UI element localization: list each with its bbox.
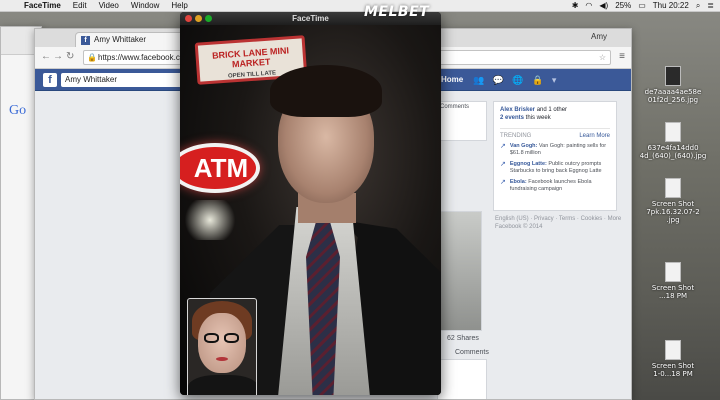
melbet-watermark: MELBET	[364, 4, 430, 20]
file-label: 1-0...18 PM	[653, 370, 693, 378]
file-label: 4d_(640)_(640).jpg	[639, 152, 707, 160]
remote-video-feed: BRICK LANE MINI MARKET OPEN TILL LATE AT…	[180, 25, 441, 395]
url-text: https://www.facebook.c	[98, 53, 180, 62]
window-fullscreen-icon[interactable]	[205, 15, 212, 22]
google-logo: Go	[9, 103, 27, 118]
desktop-file-5[interactable]: Screen Shot 1-0...18 PM	[632, 340, 714, 378]
events-count[interactable]: 2 events	[500, 115, 524, 121]
menu-bar-status: ✱ ◠ ◀) 25% ▭ Thu 20:22 ⌕ ≣	[572, 0, 714, 12]
file-label: Screen Shot	[651, 200, 695, 208]
reload-icon[interactable]: ↻	[66, 51, 74, 62]
window-minimize-icon[interactable]	[195, 15, 202, 22]
tab-title: Amy Whittaker	[94, 35, 147, 44]
menu-edit[interactable]: Edit	[67, 0, 93, 12]
facebook-logo-icon[interactable]: f	[43, 73, 57, 87]
facetime-window[interactable]: FaceTime BRICK LANE MINI MARKET OPEN TIL…	[180, 12, 441, 395]
glasses-lens	[224, 333, 239, 343]
atm-sign: ATM	[180, 143, 260, 193]
glasses-lens	[204, 333, 219, 343]
facebook-favicon-icon: f	[81, 36, 90, 45]
self-view-face	[198, 313, 246, 373]
trending-item[interactable]: ↗ Eggnog Latte: Public outcry prompts St…	[500, 161, 610, 175]
atm-sign-text: ATM	[193, 153, 249, 183]
trending-item[interactable]: ↗ Van Gogh: Van Gogh: painting sells for…	[500, 143, 610, 157]
shop-sign-line1: BRICK LANE MINI MARKET	[211, 45, 290, 70]
desktop-file-4[interactable]: Screen Shot ...18 PM	[632, 262, 714, 300]
events-rest: this week	[524, 115, 551, 121]
learn-more-link[interactable]: Learn More	[579, 133, 610, 139]
desktop-file-2[interactable]: 637e4fa14dd0 4d_(640)_(640).jpg	[632, 122, 714, 160]
file-label: Screen Shot	[651, 362, 695, 370]
trending-topic[interactable]: Van Gogh:	[510, 143, 538, 149]
footer-links[interactable]: English (US) · Privacy · Terms · Cookies…	[495, 215, 625, 223]
volume-icon[interactable]: ◀)	[599, 0, 608, 12]
facebook-footer: English (US) · Privacy · Terms · Cookies…	[495, 215, 625, 231]
trending-item[interactable]: ↗ Ebola: Facebook launches Ebola fundrai…	[500, 179, 610, 193]
friend-activity[interactable]: Alex Brisker and 1 other	[500, 106, 610, 114]
footer-copyright: Facebook © 2014	[495, 224, 543, 230]
lock-icon: 🔒	[87, 53, 97, 62]
wifi-icon[interactable]: ◠	[585, 0, 592, 12]
menu-help[interactable]: Help	[165, 0, 193, 12]
file-label: ...18 PM	[658, 292, 688, 300]
forward-arrow-icon[interactable]: →	[53, 51, 63, 62]
browser-profile-name[interactable]: Amy	[591, 32, 607, 41]
friend-name[interactable]: Alex Brisker	[500, 107, 535, 113]
feed-comments-link[interactable]: Comments	[455, 349, 489, 356]
window-close-icon[interactable]	[185, 15, 192, 22]
events-row[interactable]: 2 events this week	[500, 114, 610, 122]
trending-arrow-icon: ↗	[500, 143, 506, 150]
trending-arrow-icon: ↗	[500, 161, 506, 168]
file-label: de7aaaa4ae58e	[644, 88, 702, 96]
battery-percent[interactable]: 25%	[615, 0, 631, 12]
trending-label: TRENDING	[500, 133, 532, 139]
feed-post-image[interactable]	[437, 211, 482, 331]
self-view-video[interactable]	[187, 298, 257, 395]
self-view-lips	[216, 357, 228, 361]
file-label: 7pk.16.32.07-2	[646, 208, 700, 216]
trending-topic[interactable]: Ebola:	[510, 179, 527, 185]
menu-app-name[interactable]: FaceTime	[18, 0, 67, 12]
file-label: 01f2d_256.jpg	[647, 96, 699, 104]
trending-header: TRENDING Learn More	[500, 128, 610, 139]
browser-menu-icon[interactable]: ≡	[619, 51, 625, 62]
desktop-file-3[interactable]: Screen Shot 7pk.16.32.07-2 .jpg	[632, 178, 714, 224]
file-thumbnail	[665, 178, 681, 198]
feed-comments-top[interactable]: Comments	[438, 102, 486, 112]
file-label: Screen Shot	[651, 284, 695, 292]
friend-activity-rest: and 1 other	[535, 107, 568, 113]
right-sidebar-card: Alex Brisker and 1 other 2 events this w…	[493, 101, 617, 211]
back-arrow-icon[interactable]: ←	[41, 51, 51, 62]
facebook-home-link[interactable]: Home	[441, 69, 463, 91]
feed-shares-count[interactable]: 62 Shares	[447, 335, 479, 342]
bluetooth-icon[interactable]: ✱	[572, 0, 579, 12]
file-label: 637e4fa14dd0	[647, 144, 699, 152]
trending-arrow-icon: ↗	[500, 179, 506, 186]
trending-topic[interactable]: Eggnog Latte:	[510, 161, 547, 167]
file-thumbnail	[665, 66, 681, 86]
menu-window[interactable]: Window	[125, 0, 165, 12]
desktop-file-1[interactable]: de7aaaa4ae58e 01f2d_256.jpg	[632, 66, 714, 104]
menu-video[interactable]: Video	[93, 0, 125, 12]
spotlight-search-icon[interactable]: ⌕	[696, 0, 700, 12]
facebook-notification-icons[interactable]: 👥 💬 🌐 🔒 ▾	[473, 75, 559, 86]
street-light	[180, 200, 240, 240]
file-thumbnail	[665, 262, 681, 282]
feed-post-card[interactable]: Comments	[437, 101, 487, 141]
person-hair	[270, 65, 382, 117]
file-label: .jpg	[666, 216, 680, 224]
notification-center-icon[interactable]: ≣	[707, 0, 714, 12]
menu-bar: FaceTime Edit Video Window Help ✱ ◠ ◀) 2…	[0, 0, 720, 12]
feed-post-card-bottom	[437, 359, 487, 399]
bookmark-star-icon[interactable]: ☆	[599, 51, 606, 64]
battery-icon[interactable]: ▭	[638, 0, 646, 12]
file-thumbnail	[665, 340, 681, 360]
self-view-body	[188, 375, 256, 395]
file-thumbnail	[665, 122, 681, 142]
facetime-title: FaceTime	[292, 14, 329, 23]
menu-clock[interactable]: Thu 20:22	[653, 0, 689, 12]
self-view-glasses	[204, 333, 242, 343]
